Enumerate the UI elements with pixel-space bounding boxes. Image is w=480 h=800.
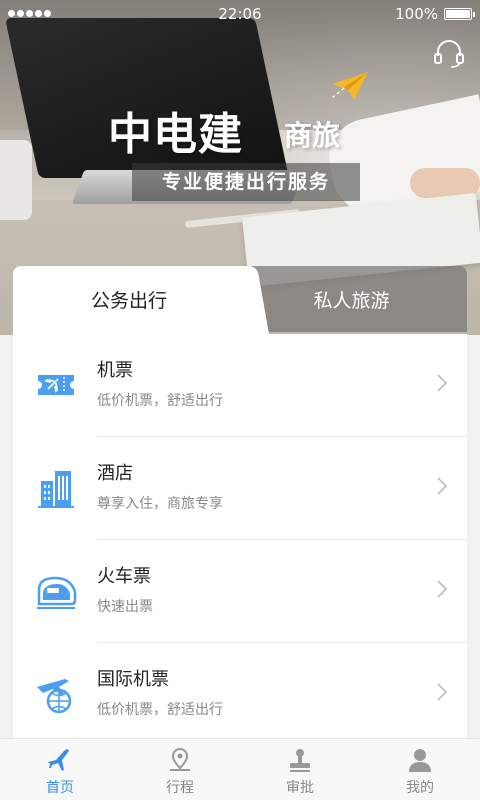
list-item-train[interactable]: 火车票 快速出票 <box>13 540 467 643</box>
hotel-icon <box>38 471 74 508</box>
item-subtitle: 低价机票，舒适出行 <box>97 702 223 718</box>
tab-approval-label: 审批 <box>286 780 314 796</box>
tab-trips[interactable]: 行程 <box>120 739 240 800</box>
tab-trips-label: 行程 <box>166 780 194 796</box>
tab-business-travel[interactable]: 公务出行 <box>13 266 245 334</box>
battery-percent: 100% <box>395 5 438 23</box>
international-flight-icon <box>37 679 72 714</box>
item-subtitle: 快速出票 <box>97 599 153 615</box>
tab-profile-label: 我的 <box>406 780 434 796</box>
item-subtitle: 尊享入住，商旅专享 <box>97 496 223 512</box>
status-bar: 22:06 100% <box>0 0 480 28</box>
list-item-flight[interactable]: 机票 低价机票，舒适出行 <box>13 334 467 437</box>
cup-image <box>0 140 32 220</box>
flight-ticket-icon <box>38 375 74 395</box>
location-pin-icon <box>170 747 190 771</box>
headset-icon[interactable] <box>432 36 466 70</box>
brand-suffix: 商旅 <box>284 119 341 152</box>
item-title: 国际机票 <box>97 669 169 690</box>
chevron-right-icon <box>437 374 447 392</box>
item-subtitle: 低价机票，舒适出行 <box>97 393 223 409</box>
person-icon <box>409 749 431 772</box>
item-title: 火车票 <box>97 566 151 587</box>
train-icon <box>37 576 77 609</box>
brand-logo: 中电建 商旅 <box>108 98 368 160</box>
home-screen: 22:06 100% 中电建 商旅 专业便捷出行服务 私人旅游 公务出行 机票 <box>0 0 480 800</box>
chevron-right-icon <box>437 580 447 598</box>
plane-icon <box>48 749 69 771</box>
item-title: 机票 <box>97 360 133 381</box>
stamp-icon <box>290 749 310 772</box>
tab-home[interactable]: 首页 <box>0 739 120 800</box>
service-list: 机票 低价机票，舒适出行 酒店 尊享入住，商旅专享 火车票 快速出票 国际机票 … <box>13 334 467 739</box>
item-title: 酒店 <box>97 463 133 484</box>
tab-approval[interactable]: 审批 <box>240 739 360 800</box>
chevron-right-icon <box>437 477 447 495</box>
slogan: 专业便捷出行服务 <box>132 163 360 201</box>
list-item-international-flight[interactable]: 国际机票 低价机票，舒适出行 <box>13 643 467 746</box>
tab-profile[interactable]: 我的 <box>360 739 480 800</box>
bottom-tab-bar: 首页 行程 审批 我的 <box>0 738 480 800</box>
battery-icon <box>444 8 475 20</box>
chevron-right-icon <box>437 683 447 701</box>
tab-home-label: 首页 <box>46 780 74 796</box>
list-item-hotel[interactable]: 酒店 尊享入住，商旅专享 <box>13 437 467 540</box>
brand-name: 中电建 <box>108 109 243 160</box>
tab-business-travel-label: 公务出行 <box>90 290 167 312</box>
paper-plane-icon <box>330 72 368 100</box>
